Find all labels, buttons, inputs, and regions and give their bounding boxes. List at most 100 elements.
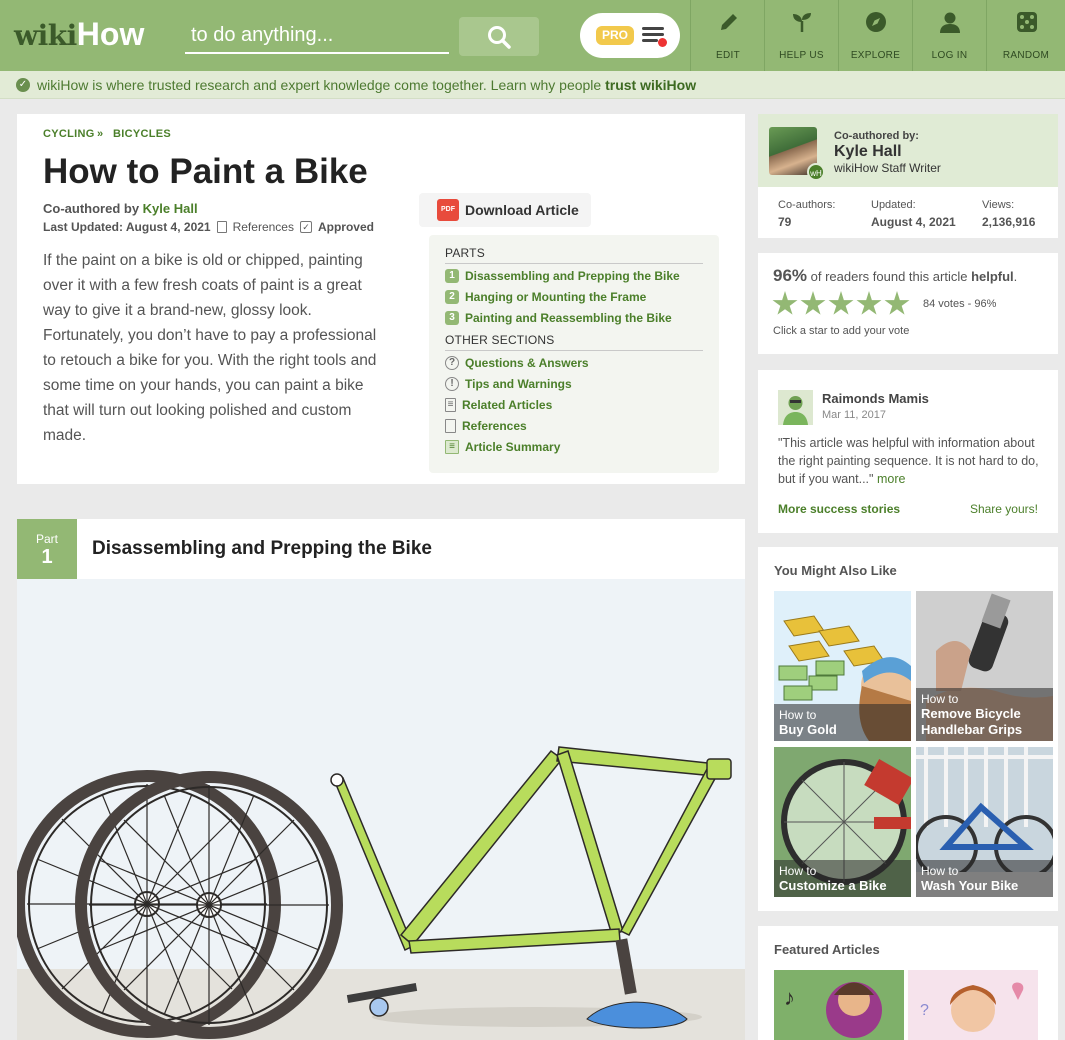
- nav-edit[interactable]: EDIT: [690, 0, 765, 71]
- step-illustration[interactable]: [17, 579, 745, 1040]
- breadcrumb-separator: »: [97, 128, 104, 140]
- search-icon: [488, 25, 511, 49]
- notification-dot: [658, 38, 667, 47]
- star-icon[interactable]: [856, 291, 882, 315]
- trust-text: wikiHow is where trusted research and ex…: [37, 77, 697, 93]
- related-article-wash-bike[interactable]: How to Wash Your Bike: [916, 747, 1053, 897]
- download-article-button[interactable]: PDF Download Article: [419, 193, 591, 227]
- approved-check-icon: ✓: [299, 221, 312, 233]
- breadcrumb-cycling[interactable]: CYCLING: [43, 128, 95, 140]
- toc-part-3[interactable]: 3 Painting and Reassembling the Bike: [445, 309, 672, 327]
- toc-parts-heading: PARTS: [445, 246, 485, 260]
- svg-text:?: ?: [920, 1002, 929, 1019]
- svg-text:♪: ♪: [784, 985, 795, 1010]
- star-icon[interactable]: [800, 291, 826, 315]
- more-link[interactable]: more: [877, 472, 905, 486]
- toc-related-articles[interactable]: ≡ Related Articles: [445, 396, 552, 414]
- toc-references[interactable]: References: [445, 417, 527, 435]
- star-icon[interactable]: [828, 291, 854, 315]
- featured-heading: Featured Articles: [774, 942, 880, 957]
- article-meta: Last Updated: August 4, 2021 References …: [43, 220, 374, 234]
- related-heading: You Might Also Like: [774, 563, 897, 578]
- review-date: Mar 11, 2017: [822, 409, 887, 421]
- author-header: wH Co-authored by: Kyle Hall wikiHow Sta…: [758, 114, 1058, 187]
- dice-icon: [1017, 12, 1037, 32]
- references-link[interactable]: References: [233, 220, 294, 234]
- related-article-remove-handlebar-grips[interactable]: How to Remove Bicycle Handlebar Grips: [916, 591, 1053, 741]
- last-updated: Last Updated: August 4, 2021: [43, 220, 211, 234]
- related-articles-card: You Might Also Like How to Buy Gold How t…: [758, 547, 1058, 911]
- part-number-badge: 1: [445, 269, 459, 283]
- part-section: Part 1 Disassembling and Prepping the Bi…: [17, 519, 745, 1040]
- success-story-card: Raimonds Mamis Mar 11, 2017 "This articl…: [758, 370, 1058, 533]
- article-intro: If the paint on a bike is old or chipped…: [43, 252, 377, 444]
- reviewer-avatar: [778, 390, 813, 425]
- trust-wikihow-link[interactable]: trust wikiHow: [605, 77, 696, 93]
- summary-icon: ≡: [445, 440, 459, 454]
- article-intro-card: CYCLING » BICYCLES How to Paint a Bike C…: [17, 114, 745, 484]
- nav-help-us[interactable]: HELP US: [764, 0, 838, 71]
- toc-tips-warnings[interactable]: ! Tips and Warnings: [445, 375, 572, 393]
- part-number-badge: 2: [445, 290, 459, 304]
- star-rating: [772, 291, 912, 319]
- compass-icon: [866, 12, 886, 32]
- bike-wheel-back: [17, 770, 281, 1038]
- share-yours-link[interactable]: Share yours!: [970, 502, 1038, 516]
- featured-articles-card: Featured Articles ♪ ?: [758, 926, 1058, 1040]
- part-number: 1: [41, 546, 53, 568]
- table-of-contents: PARTS 1 Disassembling and Prepping the Bi…: [429, 235, 719, 473]
- pencil-icon: [721, 14, 737, 30]
- question-icon: ?: [445, 356, 459, 370]
- wikihow-badge-icon: wH: [807, 163, 825, 181]
- related-article-customize-bike[interactable]: How to Customize a Bike: [774, 747, 911, 897]
- star-icon[interactable]: [884, 291, 910, 315]
- document-icon: ≡: [445, 398, 456, 412]
- page-title: How to Paint a Bike: [43, 152, 368, 191]
- star-icon[interactable]: [772, 291, 798, 315]
- divider: [445, 350, 703, 351]
- related-article-buy-gold[interactable]: How to Buy Gold: [774, 591, 911, 741]
- author-card: wH Co-authored by: Kyle Hall wikiHow Sta…: [758, 114, 1058, 238]
- toc-part-1[interactable]: 1 Disassembling and Prepping the Bike: [445, 267, 680, 285]
- pro-badge: PRO: [596, 26, 634, 45]
- part-title: Disassembling and Prepping the Bike: [92, 538, 432, 559]
- nav-random[interactable]: RANDOM: [986, 0, 1065, 71]
- search-button[interactable]: [459, 17, 539, 56]
- author-name-link[interactable]: Kyle Hall: [834, 143, 902, 161]
- coauthor-link[interactable]: Kyle Hall: [143, 201, 198, 216]
- wikihow-logo[interactable]: wikiHow: [14, 16, 144, 54]
- rating-card: 96% of readers found this article helpfu…: [758, 253, 1058, 354]
- toc-part-2[interactable]: 2 Hanging or Mounting the Frame: [445, 288, 646, 306]
- bike-wheel-front: [75, 771, 343, 1039]
- featured-article-thumbnail[interactable]: ♪: [774, 970, 904, 1040]
- nav-explore[interactable]: EXPLORE: [838, 0, 912, 71]
- reviewer-name: Raimonds Mamis: [822, 391, 929, 406]
- sprout-icon: [793, 13, 811, 32]
- approved-label[interactable]: Approved: [318, 220, 374, 234]
- stat-views: Views: 2,136,916: [982, 199, 1036, 229]
- featured-article-thumbnail[interactable]: ?: [908, 970, 1038, 1040]
- pro-menu-button[interactable]: PRO: [580, 13, 680, 58]
- toc-questions-answers[interactable]: ? Questions & Answers: [445, 354, 589, 372]
- breadcrumb-bicycles[interactable]: BICYCLES: [113, 128, 171, 140]
- part-label: Part 1: [17, 519, 77, 579]
- page-icon: [445, 419, 456, 433]
- pdf-icon: PDF: [437, 199, 459, 221]
- helpful-percentage: 96% of readers found this article helpfu…: [773, 266, 1018, 285]
- stat-coauthors: Co-authors: 79: [778, 199, 836, 229]
- nav-log-in[interactable]: LOG IN: [912, 0, 986, 71]
- author-role: wikiHow Staff Writer: [834, 161, 941, 175]
- top-header: wikiHow PRO EDIT HELP US EXPLORE LOG IN …: [0, 0, 1065, 71]
- vote-count: 84 votes - 96%: [923, 298, 997, 310]
- stat-updated: Updated: August 4, 2021: [871, 199, 956, 229]
- coauthor-line: Co-authored by Kyle Hall: [43, 201, 198, 216]
- divider: [445, 263, 703, 264]
- search-input[interactable]: [185, 18, 449, 54]
- toc-article-summary[interactable]: ≡ Article Summary: [445, 438, 560, 456]
- more-success-stories-link[interactable]: More success stories: [778, 502, 900, 516]
- vote-hint: Click a star to add your vote: [773, 325, 910, 337]
- trust-banner: ✓ wikiHow is where trusted research and …: [0, 71, 1065, 99]
- toc-other-heading: OTHER SECTIONS: [445, 333, 555, 347]
- references-icon: [216, 221, 227, 233]
- user-icon: [940, 12, 960, 33]
